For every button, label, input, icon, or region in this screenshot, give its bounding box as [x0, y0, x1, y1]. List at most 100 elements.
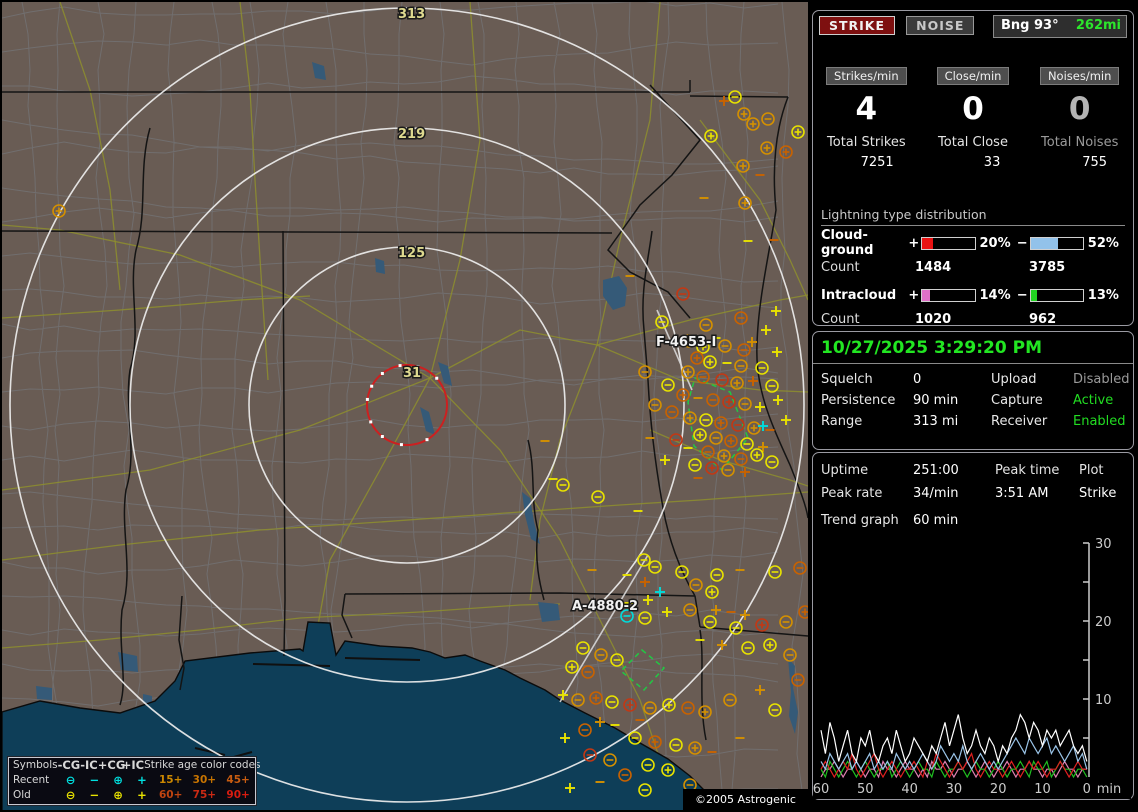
svg-text:30: 30	[946, 782, 963, 797]
ring-dot	[435, 376, 439, 380]
close-per-min-chip[interactable]: Close/min	[936, 67, 1010, 85]
map-canvas[interactable]: 313 219 125 31 F-4653-I A-4880-2	[2, 2, 808, 810]
legend-row-recent: Recent ⊖ − ⊕ +15+ 30+ 45+	[13, 773, 250, 787]
setting-persistence-label: Persistence	[821, 393, 896, 408]
ring-dot	[369, 420, 373, 424]
peak-time-label: Peak time	[995, 463, 1060, 478]
svg-text:50: 50	[857, 782, 874, 797]
legend-col-pos-cg: +CG	[97, 758, 126, 772]
noises-per-min-value: 0	[1068, 91, 1091, 127]
trend-graph: 10 20 30 60 50 40 30 20 10 0 min	[813, 537, 1131, 799]
total-strikes-value: 7251	[860, 155, 894, 170]
ring-dot	[380, 435, 384, 439]
ring-label-313: 313	[398, 7, 425, 22]
strikes-per-min-value: 4	[855, 91, 878, 127]
svg-text:10: 10	[1095, 693, 1112, 708]
setting-upload-state[interactable]: Disabled	[1073, 372, 1135, 387]
svg-text:60: 60	[813, 782, 829, 797]
ring-label-219: 219	[398, 127, 425, 142]
receiver-status-panel: 10/27/2025 3:29:20 PM Squelch 0 Upload Disa…	[812, 331, 1134, 450]
svg-text:40: 40	[901, 782, 918, 797]
svg-text:min: min	[1097, 782, 1122, 797]
ring-dot	[380, 371, 384, 375]
ic-plus-count: 1020	[915, 311, 952, 327]
ring-dot	[365, 397, 369, 401]
strike-mode-button[interactable]: STRIKE	[819, 16, 896, 35]
peak-rate-label: Peak rate	[821, 486, 883, 501]
plot-mode-value[interactable]: Strike	[1079, 486, 1135, 501]
legend-col-pos-ic: +IC	[121, 758, 145, 772]
copyright-label: ©2005 Astrogenic Systems	[683, 789, 808, 810]
storm-label-1: F-4653-I	[656, 335, 716, 350]
legend-col-neg-cg: -CG	[57, 758, 81, 772]
bearing-label: Bng 93°	[1001, 18, 1059, 33]
setting-receiver-state[interactable]: Enabled	[1073, 414, 1135, 429]
plot-label[interactable]: Plot	[1079, 463, 1135, 478]
total-noises-label: Total Noises	[1041, 135, 1119, 150]
ring-label-125: 125	[398, 246, 425, 261]
ring-dot	[370, 384, 374, 388]
noises-per-min-chip[interactable]: Noises/min	[1039, 67, 1120, 85]
state-border-2	[689, 95, 789, 98]
storm-label-2: A-4880-2	[572, 599, 638, 614]
svg-text:20: 20	[990, 782, 1007, 797]
trend-graph-window[interactable]: 60 min	[913, 513, 995, 528]
svg-text:30: 30	[1095, 537, 1112, 552]
svg-text:20: 20	[1095, 615, 1112, 630]
setting-capture-state[interactable]: Active	[1073, 393, 1135, 408]
app-window: 313 219 125 31 F-4653-I A-4880-2 Symbols -CG …	[0, 0, 1138, 812]
cg-plus-pct: 20%	[979, 235, 1011, 251]
setting-range-label: Range	[821, 414, 863, 429]
setting-squelch-value[interactable]: 0	[913, 372, 991, 387]
cg-minus-pct: 52%	[1087, 235, 1119, 251]
total-close-value: 33	[983, 155, 1001, 170]
setting-persistence-value[interactable]: 90 min	[913, 393, 991, 408]
legend-header-row: Symbols -CG -IC +CG +IC Strike age color…	[9, 758, 261, 773]
trend-panel: Uptime 251:00 Peak time Plot Peak rate 3…	[812, 452, 1134, 800]
svg-text:0: 0	[1083, 782, 1091, 797]
total-noises-value: 755	[1082, 155, 1108, 170]
trend-graph-label: Trend graph	[821, 513, 899, 528]
datetime-display: 10/27/2025 3:29:20 PM	[813, 332, 1133, 364]
ic-minus-pct: 13%	[1087, 287, 1119, 303]
lake-8	[36, 686, 52, 700]
svg-text:10: 10	[1034, 782, 1051, 797]
cg-count-label: Count	[821, 259, 860, 275]
cg-minus-bar	[1029, 236, 1084, 250]
peak-time-value: 3:51 AM	[995, 486, 1049, 501]
setting-capture-label: Capture	[991, 393, 1043, 408]
ic-count-label: Count	[821, 311, 860, 327]
bearing-readout: Bng 93° 262mi	[993, 15, 1127, 38]
peak-rate-value: 34/min	[913, 486, 959, 501]
legend-col-symbols: Symbols	[13, 759, 58, 771]
ring-dot	[425, 438, 429, 442]
cloud-ground-label: Cloud-ground	[821, 228, 874, 258]
cg-plus-count: 1484	[915, 259, 952, 275]
intracloud-label: Intracloud	[821, 287, 897, 303]
distribution-title: Lightning type distribution	[821, 207, 1125, 226]
status-sidebar: STRIKE NOISE Bng 93° 262mi Strikes/min 4…	[810, 0, 1138, 812]
legend-col-neg-ic: -IC	[80, 758, 98, 772]
ring-dot	[398, 364, 402, 368]
setting-upload-label: Upload	[991, 372, 1037, 387]
legend-row-old: Old ⊖ − ⊕ +60+ 75+ 90+	[13, 788, 250, 802]
uptime-value: 251:00	[913, 463, 959, 478]
setting-receiver-label: Receiver	[991, 414, 1048, 429]
noise-mode-button[interactable]: NOISE	[906, 16, 975, 35]
close-per-min-value: 0	[962, 91, 984, 127]
ic-minus-bar	[1029, 288, 1084, 302]
ic-plus-pct: 14%	[979, 287, 1011, 303]
total-close-label: Total Close	[938, 135, 1008, 150]
lightning-map[interactable]: 313 219 125 31 F-4653-I A-4880-2 Symbols -CG …	[2, 2, 808, 810]
uptime-label: Uptime	[821, 463, 869, 478]
bearing-distance: 262mi	[1075, 18, 1121, 33]
strikes-per-min-chip[interactable]: Strikes/min	[826, 67, 907, 85]
strike-stats-panel: STRIKE NOISE Bng 93° 262mi Strikes/min 4…	[812, 10, 1134, 327]
map-legend: Symbols -CG -IC +CG +IC Strike age color…	[7, 756, 261, 806]
setting-range-value[interactable]: 313 mi	[913, 414, 991, 429]
cg-plus-bar	[921, 236, 976, 250]
ic-minus-count: 962	[1029, 311, 1057, 327]
legend-age-title: Strike age color codes	[144, 759, 261, 771]
lightning-distribution: Lightning type distribution Cloud-ground…	[821, 207, 1125, 332]
total-strikes-label: Total Strikes	[827, 135, 906, 150]
